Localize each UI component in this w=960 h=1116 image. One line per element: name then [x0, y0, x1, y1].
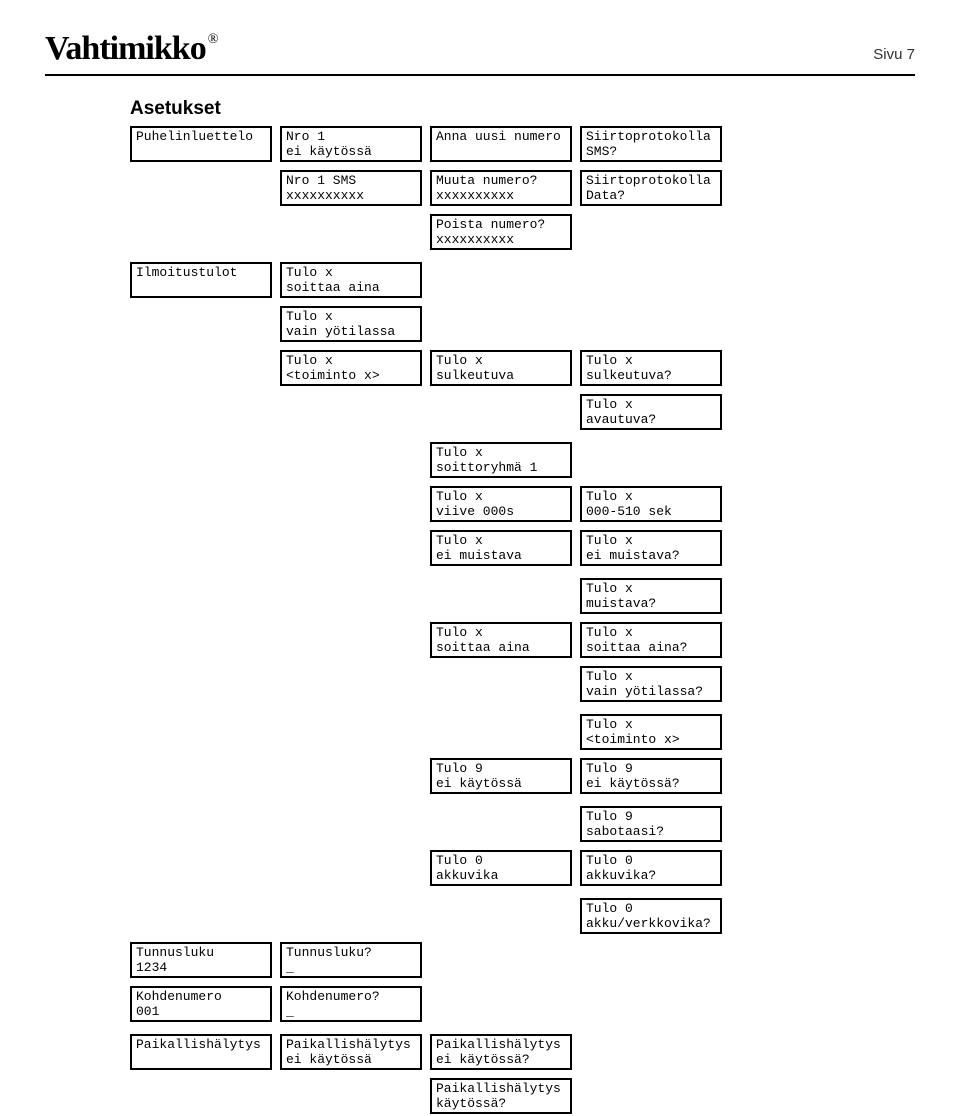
box-siirto-data: Siirtoprotokolla Data?: [580, 170, 722, 206]
box-tulo0-akku: Tulo 0 akkuvika: [430, 850, 572, 886]
box-tulo-soittaa-aina-q: Tulo x soittaa aina?: [580, 622, 722, 658]
box-tulo-muistava-q: Tulo x muistava?: [580, 578, 722, 614]
box-tulo0-akkuverkko-q: Tulo 0 akku/verkkovika?: [580, 898, 722, 934]
box-tulo9-sabotaasi: Tulo 9 sabotaasi?: [580, 806, 722, 842]
box-poista-num: Poista numero? xxxxxxxxxx: [430, 214, 572, 250]
brand-text: Vahtimikko: [45, 30, 206, 67]
box-tunnusluku: Tunnusluku 1234: [130, 942, 272, 978]
box-tulo-vain-yot: Tulo x vain yötilassa: [280, 306, 422, 342]
box-puhelinluettelo: Puhelinluettelo: [130, 126, 272, 162]
brand-logo: Vahtimikko®: [45, 30, 215, 68]
box-nro1-sms: Nro 1 SMS xxxxxxxxxx: [280, 170, 422, 206]
box-tulo-avautuva-q: Tulo x avautuva?: [580, 394, 722, 430]
box-nro1: Nro 1 ei käytössä: [280, 126, 422, 162]
box-paikallis-ei: Paikallishälytys ei käytössä: [280, 1034, 422, 1070]
box-tulo9-ei-q: Tulo 9 ei käytössä?: [580, 758, 722, 794]
menu-diagram: Puhelinluettelo Nro 1 ei käytössä Anna u…: [130, 126, 915, 1076]
box-tulo-ei-muistava-q: Tulo x ei muistava?: [580, 530, 722, 566]
box-tunnusluku-q: Tunnusluku? _: [280, 942, 422, 978]
box-tulo9-ei: Tulo 9 ei käytössä: [430, 758, 572, 794]
box-tulo-toiminto: Tulo x <toiminto x>: [280, 350, 422, 386]
box-tulo0-akku-q: Tulo 0 akkuvika?: [580, 850, 722, 886]
box-kohdenumero-q: Kohdenumero? _: [280, 986, 422, 1022]
box-paikallis: Paikallishälytys: [130, 1034, 272, 1070]
section-title: Asetukset: [130, 98, 915, 120]
page-number: Sivu 7: [873, 46, 915, 63]
box-tulo-sulkeutuva: Tulo x sulkeutuva: [430, 350, 572, 386]
box-tulo-vain-yot-q: Tulo x vain yötilassa?: [580, 666, 722, 702]
box-paikallis-ei-q: Paikallishälytys ei käytössä?: [430, 1034, 572, 1070]
box-tulo-soittaa-aina2: Tulo x soittaa aina: [430, 622, 572, 658]
box-tulo-ei-muistava: Tulo x ei muistava: [430, 530, 572, 566]
box-tulo-soittoryhma: Tulo x soittoryhmä 1: [430, 442, 572, 478]
box-ilmoitustulot: Ilmoitustulot: [130, 262, 272, 298]
box-tulo-soittaa-aina: Tulo x soittaa aina: [280, 262, 422, 298]
box-siirto-sms: Siirtoprotokolla SMS?: [580, 126, 722, 162]
header-divider: [45, 74, 915, 76]
box-tulo-000-510: Tulo x 000-510 sek: [580, 486, 722, 522]
brand-registered: ®: [208, 32, 218, 47]
box-tulo-viive: Tulo x viive 000s: [430, 486, 572, 522]
box-anna-uusi: Anna uusi numero: [430, 126, 572, 162]
box-paikallis-kay-q: Paikallishälytys käytössä?: [430, 1078, 572, 1114]
box-tulo-toiminto2: Tulo x <toiminto x>: [580, 714, 722, 750]
box-kohdenumero: Kohdenumero 001: [130, 986, 272, 1022]
box-muuta-num: Muuta numero? xxxxxxxxxx: [430, 170, 572, 206]
box-tulo-sulkeutuva-q: Tulo x sulkeutuva?: [580, 350, 722, 386]
